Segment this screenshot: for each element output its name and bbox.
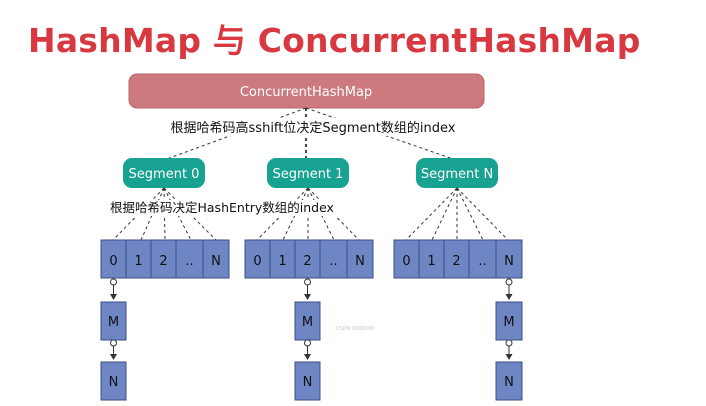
- cell-label: 0: [253, 254, 261, 269]
- cell-label: 1: [134, 254, 142, 269]
- cell-label: 0: [402, 254, 410, 269]
- cell-label: ..: [478, 254, 486, 269]
- cell-label: ..: [185, 254, 193, 269]
- chain-node-label: N: [303, 375, 313, 390]
- chain-node-label: M: [108, 315, 119, 330]
- concurrent-hashmap-diagram: ConcurrentHashMap 根据哈希码高sshift位决定Segment…: [100, 73, 523, 401]
- chain-node-label: M: [503, 315, 514, 330]
- segment-label: Segment N: [421, 167, 493, 182]
- cell-label: N: [504, 254, 514, 269]
- segment-label: Segment 0: [129, 167, 200, 182]
- cell-label: 2: [303, 254, 311, 269]
- segment-rule-label: 根据哈希码高sshift位决定Segment数组的index: [171, 120, 456, 136]
- chain-node-label: N: [109, 375, 119, 390]
- segment-label: Segment 1: [273, 167, 344, 182]
- root-label: ConcurrentHashMap: [240, 85, 372, 100]
- cell-label: 2: [159, 254, 167, 269]
- chain-node-label: N: [504, 375, 514, 390]
- cell-label: 1: [427, 254, 435, 269]
- cell-label: 2: [452, 254, 460, 269]
- watermark: CSDN 0000000: [336, 326, 374, 332]
- cell-label: 1: [278, 254, 286, 269]
- cell-label: 0: [109, 254, 117, 269]
- cell-label: ..: [329, 254, 337, 269]
- chain-node-label: M: [302, 315, 313, 330]
- cell-label: N: [355, 254, 365, 269]
- cell-label: N: [211, 254, 221, 269]
- entry-rule-label: 根据哈希码决定HashEntry数组的index: [110, 200, 334, 215]
